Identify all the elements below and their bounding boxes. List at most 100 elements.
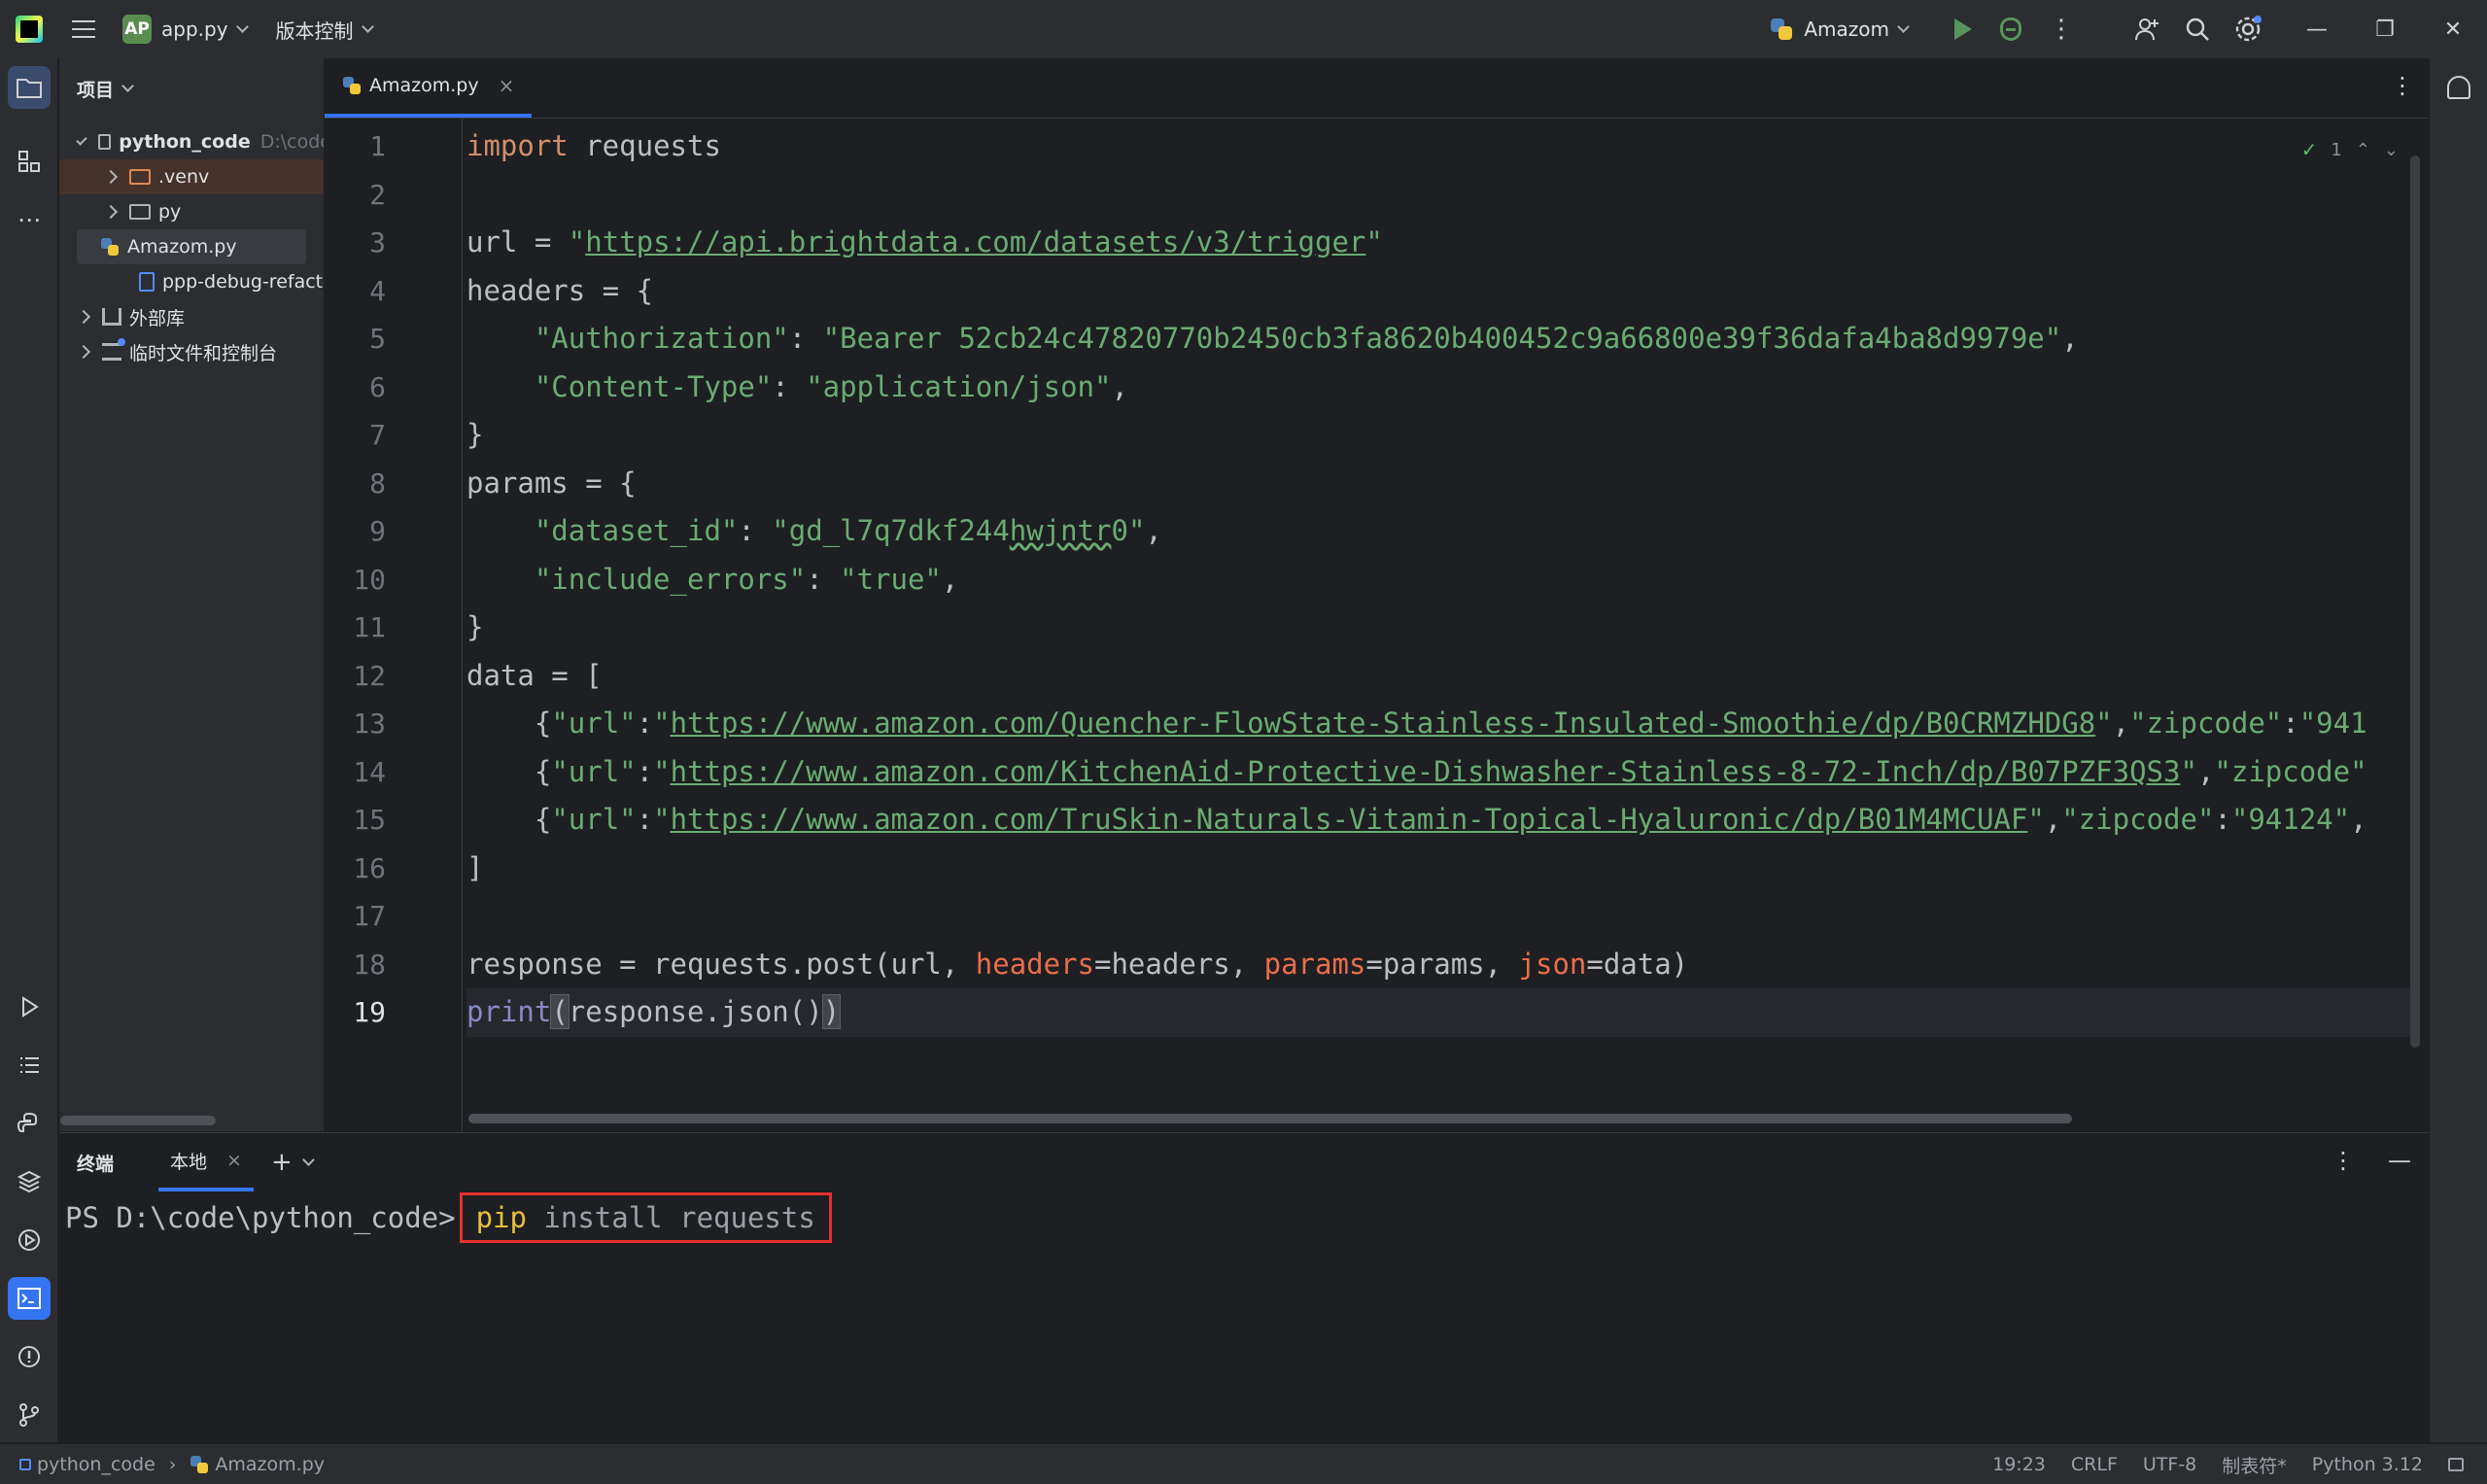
- tree-item-py[interactable]: py: [103, 194, 181, 229]
- chevron-down-icon: [121, 80, 134, 92]
- close-tab-icon[interactable]: ×: [499, 74, 515, 97]
- terminal-output[interactable]: PS D:\code\python_code> pip install requ…: [65, 1192, 832, 1243]
- python-file-icon: [100, 237, 120, 257]
- chevron-down-icon[interactable]: [361, 20, 374, 33]
- breadcrumb-project[interactable]: python_code: [37, 1454, 155, 1475]
- run-button[interactable]: [1939, 8, 1982, 51]
- line-number: 4: [369, 274, 386, 307]
- debug-button[interactable]: [1989, 8, 2032, 51]
- new-terminal-tab-icon[interactable]: +: [271, 1148, 293, 1177]
- notifications-bell-icon[interactable]: [2447, 76, 2470, 99]
- chevron-down-icon: [1897, 20, 1910, 33]
- url-link: https://www.amazon.com/Quencher-FlowStat…: [670, 707, 2096, 740]
- python-packages-icon[interactable]: [8, 1160, 51, 1203]
- tree-item-external-libraries[interactable]: 外部库: [76, 299, 185, 334]
- run-config-label: Amazom: [1804, 17, 1889, 41]
- terminal-options-icon[interactable]: ⋮: [2332, 1147, 2355, 1174]
- tab-options-icon[interactable]: ⋮: [2391, 72, 2414, 99]
- project-view-selector[interactable]: 项目: [59, 58, 324, 119]
- structure-icon[interactable]: [8, 140, 51, 183]
- editor-tab-amazom-py[interactable]: Amazom.py ×: [325, 57, 533, 118]
- project-tool-window: 项目 python_code D:\code .venv py Amazom.p…: [59, 58, 324, 1131]
- inspection-count: 1: [2331, 139, 2342, 160]
- chevron-down-icon[interactable]: [301, 1154, 315, 1166]
- bug-icon: [2000, 17, 2021, 41]
- line-number: 16: [353, 851, 386, 884]
- file-encoding[interactable]: UTF-8: [2143, 1454, 2196, 1475]
- line-number: 3: [369, 226, 386, 259]
- caret-position[interactable]: 19:23: [1992, 1454, 2046, 1475]
- right-tool-strip: [2429, 58, 2487, 1442]
- restore-icon[interactable]: ❐: [2351, 0, 2419, 58]
- url-link: https://www.amazon.com/KitchenAid-Protec…: [670, 754, 2181, 788]
- terminal-icon[interactable]: [8, 1277, 51, 1320]
- terminal-prompt: PS D:\code\python_code>: [65, 1201, 456, 1234]
- code-line-9: "dataset_id": "gd_l7q7dkf244hwjntr0",: [534, 514, 1162, 547]
- line-separator[interactable]: CRLF: [2071, 1454, 2118, 1475]
- chevron-down-icon[interactable]: [76, 134, 87, 146]
- code-line-3: url = "https://api.brightdata.com/datase…: [466, 225, 1383, 259]
- close-tab-icon[interactable]: ×: [226, 1150, 242, 1171]
- horizontal-scrollbar[interactable]: [60, 1116, 216, 1125]
- tree-item-ppp-debug[interactable]: ppp-debug-refacto: [139, 264, 324, 299]
- chevron-down-icon[interactable]: ⌄: [2384, 140, 2399, 160]
- lock-icon[interactable]: [2448, 1458, 2464, 1471]
- vertical-scrollbar[interactable]: [2410, 155, 2420, 1048]
- tree-item-venv[interactable]: .venv: [59, 159, 324, 194]
- url-link: https://www.amazon.com/TruSkin-Naturals-…: [670, 803, 2028, 836]
- tree-item-label: ppp-debug-refacto: [162, 271, 324, 293]
- terminal-tab-local[interactable]: 本地 ×: [158, 1133, 254, 1191]
- breadcrumb-file[interactable]: Amazom.py: [215, 1454, 325, 1475]
- chevron-down-icon[interactable]: [235, 20, 249, 33]
- chevron-right-icon: ›: [168, 1453, 177, 1475]
- code-line-4: headers = {: [466, 273, 654, 307]
- line-number: 17: [353, 900, 386, 932]
- line-number: 6: [369, 370, 386, 403]
- tree-item-python-code[interactable]: python_code D:\code: [76, 124, 324, 159]
- todo-list-icon[interactable]: [8, 1044, 51, 1087]
- project-badge[interactable]: AP: [122, 15, 152, 44]
- more-tools-icon[interactable]: ⋯: [8, 198, 51, 241]
- python-file-icon: [190, 1455, 209, 1474]
- code-area[interactable]: import requests url = "https://api.brigh…: [466, 119, 2420, 1131]
- python-icon: [1769, 17, 1794, 42]
- url-link: https://api.brightdata.com/datasets/v3/t…: [585, 225, 1366, 259]
- python-console-icon[interactable]: [8, 1102, 51, 1145]
- project-folder-icon[interactable]: [8, 66, 51, 109]
- code-line-12: data = [: [466, 658, 603, 692]
- horizontal-scrollbar[interactable]: [468, 1114, 2072, 1123]
- more-actions-icon[interactable]: ⋮: [2040, 8, 2083, 51]
- services-icon[interactable]: [8, 1219, 51, 1261]
- play-icon: [1954, 18, 1972, 40]
- inspection-widget[interactable]: ✓ 1 ⌃ ⌄: [2301, 138, 2399, 161]
- line-number: 14: [353, 755, 386, 788]
- run-config-selector[interactable]: Amazom: [1769, 17, 1910, 42]
- add-user-icon[interactable]: [2125, 8, 2168, 51]
- chevron-right-icon[interactable]: [103, 204, 119, 220]
- settings-gear-icon[interactable]: [2227, 8, 2269, 51]
- problems-icon[interactable]: [8, 1335, 51, 1378]
- python-interpreter[interactable]: Python 3.12: [2312, 1454, 2423, 1475]
- line-number: 12: [353, 659, 386, 692]
- git-branch-icon[interactable]: [8, 1394, 51, 1436]
- hide-panel-icon[interactable]: —: [2388, 1147, 2411, 1174]
- project-name[interactable]: app.py: [161, 17, 228, 41]
- chevron-right-icon[interactable]: [76, 344, 91, 360]
- chevron-up-icon[interactable]: ⌃: [2356, 140, 2370, 160]
- scratches-icon: [102, 338, 125, 361]
- tree-item-amazom-py[interactable]: Amazom.py: [77, 229, 306, 264]
- project-panel-title: 项目: [77, 79, 115, 101]
- close-window-icon[interactable]: ✕: [2419, 0, 2487, 58]
- search-icon[interactable]: [2176, 8, 2219, 51]
- indent-setting[interactable]: 制表符*: [2222, 1452, 2287, 1478]
- line-number: 9: [369, 515, 386, 547]
- code-line-15: {"url":"https://www.amazon.com/TruSkin-N…: [534, 803, 2367, 836]
- run-tool-icon[interactable]: [8, 985, 51, 1028]
- chevron-right-icon[interactable]: [103, 169, 119, 185]
- vcs-menu[interactable]: 版本控制: [276, 16, 354, 44]
- chevron-right-icon[interactable]: [76, 309, 91, 325]
- minimize-icon[interactable]: —: [2283, 0, 2351, 58]
- line-number-gutter: 1 2 3 4 5 6 7 8 9 10 11 12 13 14 15 16 1…: [325, 119, 463, 1131]
- main-menu-icon[interactable]: [72, 16, 99, 43]
- tree-item-scratches[interactable]: 临时文件和控制台: [76, 334, 277, 369]
